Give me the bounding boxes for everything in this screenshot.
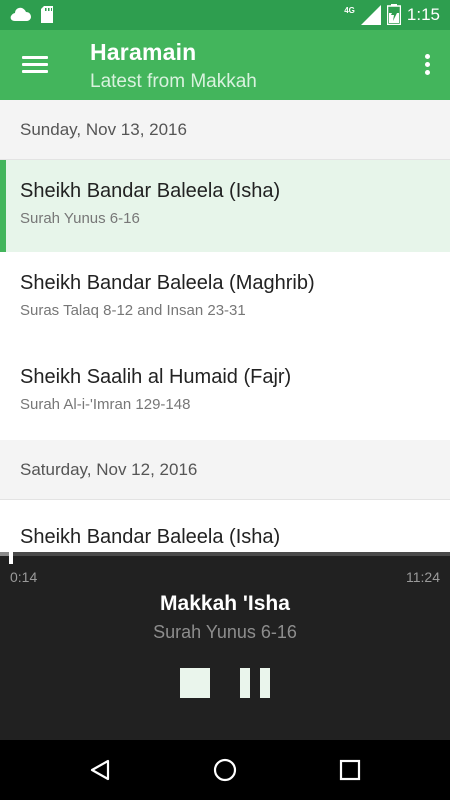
progress-fill — [0, 552, 9, 556]
item-title: Sheikh Bandar Baleela (Isha) — [20, 180, 281, 202]
signal-icon — [360, 4, 381, 25]
item-subtitle: Surah Al-i-'Imran 129-148 — [20, 396, 191, 413]
item-subtitle: Surah Yunus 6-16 — [20, 210, 140, 227]
app-title: Haramain — [90, 39, 197, 65]
player-subtitle: Surah Yunus 6-16 — [153, 622, 297, 642]
total-time: 11:24 — [406, 569, 440, 585]
item-subtitle: Suras Talaq 8-12 and Insan 23-31 — [20, 302, 246, 319]
list-item[interactable]: Sheikh Bandar Baleela (Isha) — [0, 500, 450, 552]
status-bar-left — [10, 6, 54, 23]
progress-thumb[interactable] — [9, 550, 13, 564]
item-title: Sheikh Bandar Baleela (Maghrib) — [20, 272, 315, 294]
pause-icon[interactable] — [240, 668, 270, 698]
date-header: Saturday, Nov 12, 2016 — [0, 440, 450, 500]
status-bar-right: 4G 1:15 — [344, 4, 440, 25]
sd-card-icon — [41, 6, 53, 23]
list-item[interactable]: Sheikh Saalih al Humaid (Fajr) Surah Al-… — [0, 346, 450, 440]
media-player: 0:14 11:24 Makkah 'Isha Surah Yunus 6-16 — [0, 550, 450, 740]
recitation-list[interactable]: Sunday, Nov 13, 2016 Sheikh Bandar Balee… — [0, 100, 450, 552]
status-bar: 4G 1:15 — [0, 0, 450, 30]
list-item[interactable]: Sheikh Bandar Baleela (Isha) Surah Yunus… — [0, 160, 450, 252]
navigation-bar — [0, 740, 450, 800]
home-icon[interactable] — [210, 755, 240, 785]
item-title: Sheikh Saalih al Humaid (Fajr) — [20, 366, 292, 388]
date-header: Sunday, Nov 13, 2016 — [0, 100, 450, 160]
item-title: Sheikh Bandar Baleela (Isha) — [20, 526, 281, 548]
player-title: Makkah 'Isha — [160, 592, 290, 615]
elapsed-time: 0:14 — [10, 569, 38, 585]
cloud-icon — [10, 7, 31, 21]
app-subtitle: Latest from Makkah — [90, 71, 257, 92]
more-vert-icon[interactable] — [422, 52, 432, 78]
progress-track[interactable] — [0, 550, 450, 564]
app-bar: Haramain Latest from Makkah — [0, 30, 450, 100]
battery-icon — [386, 4, 401, 25]
status-time: 1:15 — [406, 4, 440, 24]
recents-icon[interactable] — [335, 755, 365, 785]
network-type-label: 4G — [344, 6, 355, 15]
stop-icon[interactable] — [180, 668, 210, 698]
list-item[interactable]: Sheikh Bandar Baleela (Maghrib) Suras Ta… — [0, 252, 450, 346]
back-icon[interactable] — [86, 755, 116, 785]
menu-icon[interactable] — [22, 55, 48, 75]
